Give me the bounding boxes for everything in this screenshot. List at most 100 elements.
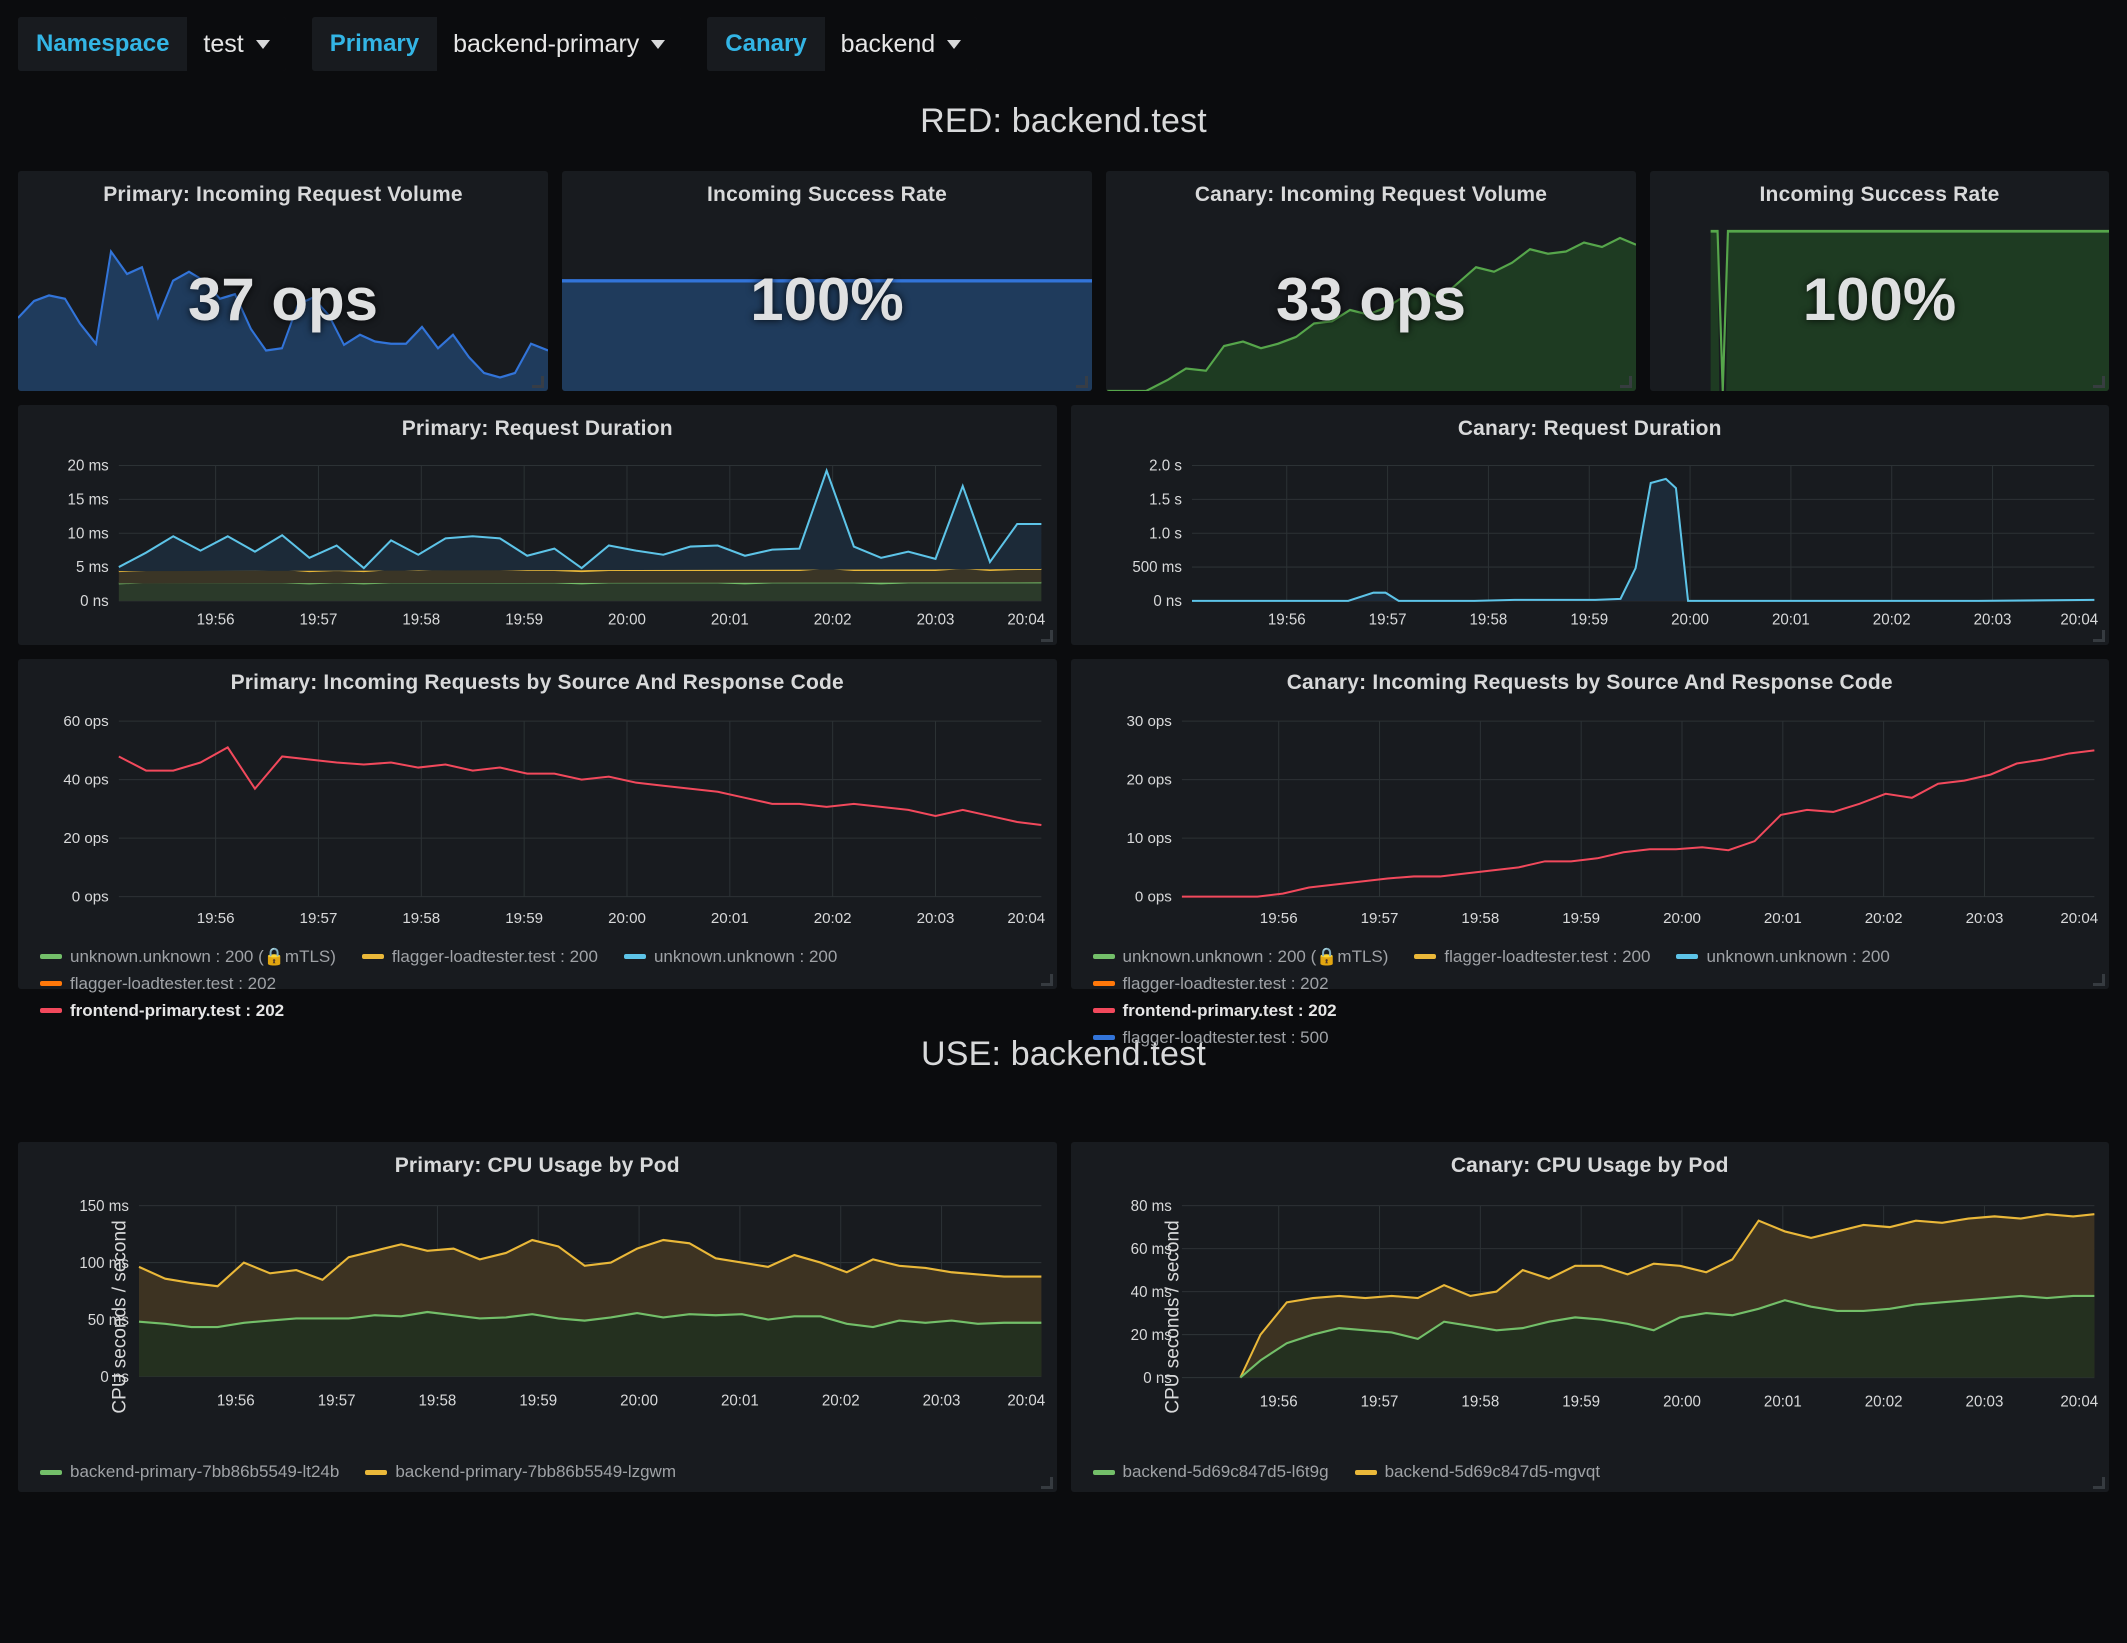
legend-item[interactable]: backend-primary-7bb86b5549-lzgwm [365, 1462, 676, 1482]
legend-color-swatch [1676, 954, 1698, 959]
panel-resize-handle[interactable] [1620, 376, 1632, 388]
svg-text:30 ops: 30 ops [1126, 713, 1172, 730]
variable-primary-select[interactable]: backend-primary [437, 17, 681, 71]
row-title-red: RED: backend.test [0, 102, 2127, 141]
legend-color-swatch [365, 1470, 387, 1475]
variable-primary[interactable]: Primary backend-primary [312, 17, 682, 71]
svg-text:20:04: 20:04 [2060, 1393, 2098, 1411]
svg-text:19:56: 19:56 [197, 611, 235, 628]
panel-primary-cpu-usage: Primary: CPU Usage by Pod CPU seconds / … [18, 1142, 1057, 1492]
chevron-down-icon [256, 40, 270, 49]
svg-text:150 ms: 150 ms [79, 1198, 129, 1216]
svg-text:19:56: 19:56 [197, 910, 235, 927]
legend-item[interactable]: unknown.unknown : 200 (🔒mTLS) [1093, 947, 1389, 967]
svg-text:19:56: 19:56 [1259, 1393, 1297, 1411]
panel-resize-handle[interactable] [532, 376, 544, 388]
panel-canary-request-duration: Canary: Request Duration [1071, 405, 2110, 645]
svg-text:2.0 s: 2.0 s [1149, 458, 1182, 475]
svg-text:20 ops: 20 ops [63, 830, 109, 847]
svg-text:40 ms: 40 ms [1130, 1284, 1171, 1302]
svg-text:20:02: 20:02 [814, 910, 852, 927]
stat-body: 100% [1650, 211, 2109, 391]
panel-resize-handle[interactable] [2093, 376, 2105, 388]
legend-item[interactable]: unknown.unknown : 200 [1676, 947, 1889, 967]
duration-panel-row: Primary: Request Duration [18, 405, 2109, 645]
svg-text:20:01: 20:01 [721, 1392, 759, 1410]
legend-label: unknown.unknown : 200 (🔒mTLS) [1123, 947, 1389, 967]
svg-text:20:03: 20:03 [917, 910, 955, 927]
legend-item[interactable]: unknown.unknown : 200 [624, 947, 837, 967]
variable-canary[interactable]: Canary backend [707, 17, 977, 71]
stat-value: 33 ops [1106, 270, 1636, 330]
panel-resize-handle[interactable] [1076, 376, 1088, 388]
panel-resize-handle[interactable] [1041, 1477, 1053, 1489]
panel-title: Primary: Incoming Request Volume [18, 171, 548, 211]
legend-item[interactable]: flagger-loadtester.test : 200 [362, 947, 598, 967]
svg-text:100 ms: 100 ms [79, 1255, 129, 1273]
panel-title: Primary: CPU Usage by Pod [18, 1142, 1057, 1182]
svg-text:19:59: 19:59 [519, 1392, 557, 1410]
svg-text:80 ms: 80 ms [1130, 1198, 1171, 1216]
svg-text:19:58: 19:58 [402, 910, 440, 927]
legend-item[interactable]: backend-primary-7bb86b5549-lt24b [40, 1462, 339, 1482]
legend-item[interactable]: backend-5d69c847d5-l6t9g [1093, 1462, 1329, 1482]
svg-text:20:03: 20:03 [1973, 611, 2011, 628]
svg-text:19:57: 19:57 [1368, 611, 1406, 628]
legend-item[interactable]: frontend-primary.test : 202 [1093, 1001, 2110, 1021]
svg-text:15 ms: 15 ms [68, 491, 110, 508]
svg-text:10 ops: 10 ops [1126, 830, 1172, 847]
legend-color-swatch [40, 1008, 62, 1013]
variable-canary-select[interactable]: backend [825, 17, 978, 71]
panel-title: Incoming Success Rate [1650, 171, 2109, 211]
panel-resize-handle[interactable] [1041, 630, 1053, 642]
svg-text:20 ops: 20 ops [1126, 772, 1172, 789]
panel-resize-handle[interactable] [2093, 630, 2105, 642]
stat-value: 100% [562, 270, 1092, 330]
legend-item[interactable]: backend-5d69c847d5-mgvqt [1355, 1462, 1600, 1482]
legend-item[interactable]: flagger-loadtester.test : 200 [1414, 947, 1650, 967]
legend-color-swatch [1414, 954, 1436, 959]
graph-area: 2.0 s1.5 s 1.0 s500 ms0 ns 19:5619:5719:… [1071, 445, 2110, 645]
svg-text:20:00: 20:00 [1671, 611, 1709, 628]
graph-area: 80 ms60 ms 40 ms20 ms0 ns 19:5619:5719:5… [1071, 1182, 2110, 1456]
legend-item[interactable]: unknown.unknown : 200 (🔒mTLS) [40, 947, 336, 967]
svg-text:20 ms: 20 ms [1130, 1327, 1171, 1345]
variable-primary-value: backend-primary [453, 30, 639, 59]
svg-text:19:59: 19:59 [1562, 1393, 1600, 1411]
svg-text:20:00: 20:00 [1663, 910, 1701, 927]
variable-namespace-select[interactable]: test [187, 17, 285, 71]
legend-item[interactable]: flagger-loadtester.test : 202 [1093, 974, 1329, 994]
panel-primary-request-volume: Primary: Incoming Request Volume 37 ops [18, 171, 548, 391]
panel-primary-success-rate: Incoming Success Rate 100% [562, 171, 1092, 391]
legend-label: flagger-loadtester.test : 500 [1123, 1028, 1329, 1048]
panel-title: Primary: Request Duration [18, 405, 1057, 445]
panel-resize-handle[interactable] [2093, 974, 2105, 986]
panel-title: Canary: Incoming Request Volume [1106, 171, 1636, 211]
variable-namespace[interactable]: Namespace test [18, 17, 286, 71]
template-variables-bar: Namespace test Primary backend-primary C… [0, 0, 2127, 78]
variable-namespace-label: Namespace [18, 17, 187, 71]
svg-text:20:01: 20:01 [1763, 910, 1801, 927]
panel-title: Primary: Incoming Requests by Source And… [18, 659, 1057, 699]
panel-primary-request-duration: Primary: Request Duration [18, 405, 1057, 645]
variable-canary-label: Canary [707, 17, 824, 71]
svg-text:0 ops: 0 ops [72, 889, 109, 906]
svg-text:19:57: 19:57 [300, 611, 338, 628]
svg-text:20:00: 20:00 [620, 1392, 658, 1410]
svg-text:19:59: 19:59 [1562, 910, 1600, 927]
svg-text:20:04: 20:04 [1007, 611, 1045, 628]
legend-label: backend-5d69c847d5-mgvqt [1385, 1462, 1600, 1482]
legend-item[interactable]: flagger-loadtester.test : 500 [1093, 1028, 1329, 1048]
panel-resize-handle[interactable] [1041, 974, 1053, 986]
svg-text:20:01: 20:01 [711, 910, 749, 927]
legend-label: backend-primary-7bb86b5549-lt24b [70, 1462, 339, 1482]
stat-body: 33 ops [1106, 211, 1636, 391]
legend-item[interactable]: frontend-primary.test : 202 [40, 1001, 1057, 1021]
svg-text:19:58: 19:58 [419, 1392, 457, 1410]
panel-resize-handle[interactable] [2093, 1477, 2105, 1489]
legend-item[interactable]: flagger-loadtester.test : 202 [40, 974, 276, 994]
svg-text:20:00: 20:00 [608, 611, 646, 628]
svg-text:19:58: 19:58 [402, 611, 440, 628]
svg-text:20:02: 20:02 [814, 611, 852, 628]
svg-text:19:57: 19:57 [1360, 1393, 1398, 1411]
